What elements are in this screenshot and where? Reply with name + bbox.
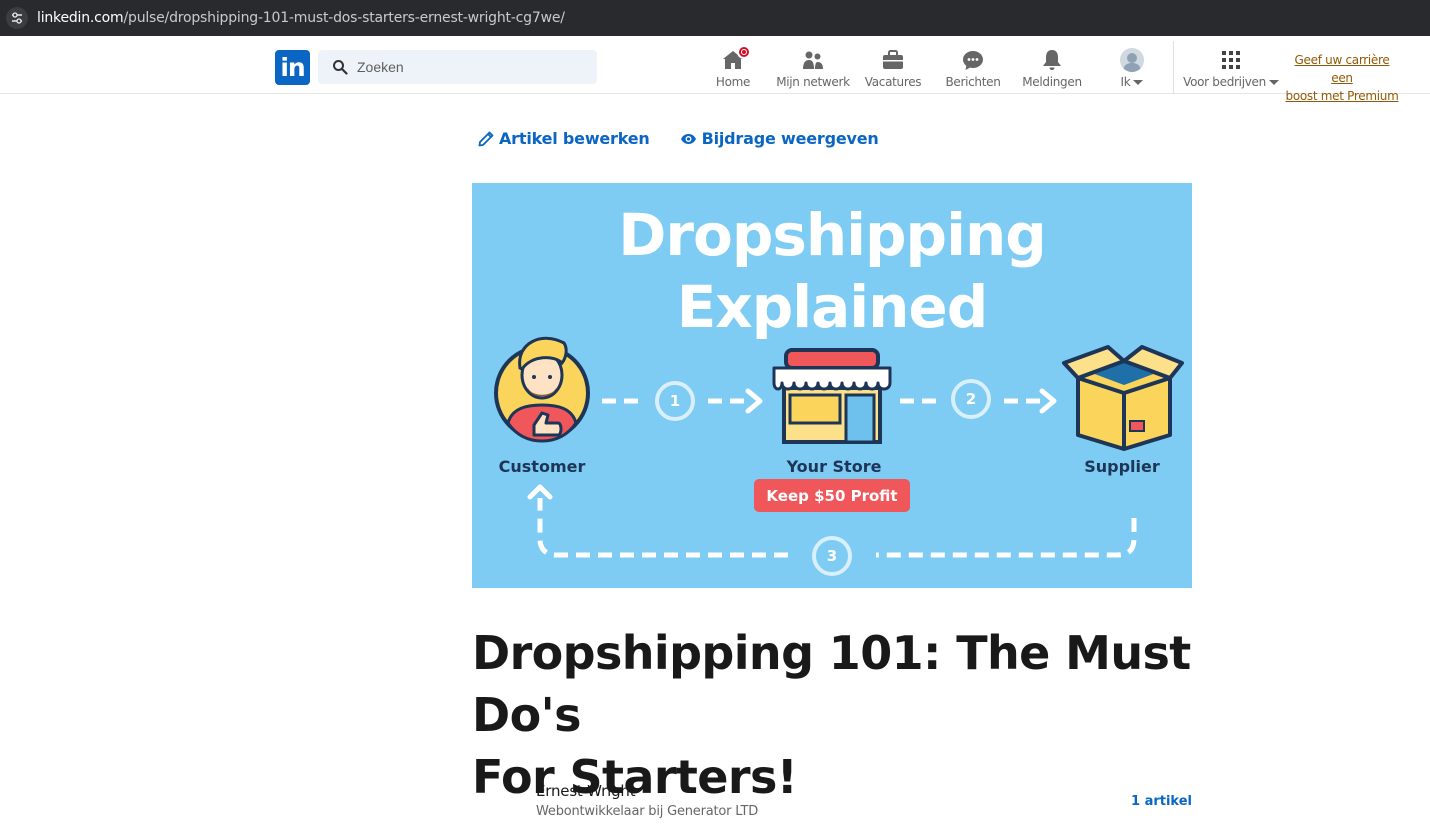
premium-line-2: boost met Premium [1285,89,1399,103]
browser-url-bar[interactable]: linkedin.com/pulse/dropshipping-101-must… [0,0,1430,36]
eye-icon [680,133,696,144]
logo-text: in [280,53,305,82]
global-nav: in Home Mijn netwerk Vacatures Berichten [0,41,1430,103]
customer-label: Customer [498,457,586,476]
grid-icon [1219,48,1243,72]
nav-home-label: Home [715,75,751,89]
nav-home[interactable]: Home [712,45,754,91]
nav-notifications[interactable]: Meldingen [1020,45,1084,91]
url-host: linkedin.com [37,10,124,26]
supplier-label: Supplier [1084,457,1160,476]
messaging-icon [961,48,985,72]
store-label: Your Store [786,457,882,476]
nav-messaging-label: Berichten [945,75,1001,89]
step-3-number: 3 [826,547,838,565]
url-text[interactable]: linkedin.com/pulse/dropshipping-101-must… [37,10,565,26]
edit-article-label: Artikel bewerken [499,129,650,148]
article-title-line-1: Dropshipping 101: The Must Do's [472,626,1191,742]
briefcase-icon [881,48,905,72]
banner-title-line-1: Dropshipping [618,201,1047,269]
pencil-icon [478,131,494,146]
nav-me[interactable]: Ik [1112,45,1152,91]
linkedin-logo[interactable]: in [275,50,310,85]
author-headline: Webontwikkelaar bij Generator LTD [536,804,759,819]
nav-for-business-label: Voor bedrijven [1183,75,1279,89]
nav-divider [1173,41,1174,94]
edit-article-button[interactable]: Artikel bewerken [478,129,650,148]
author-articles-link[interactable]: 1 artikel [1100,794,1192,809]
view-post-label: Bijdrage weergeven [701,129,879,148]
article-cover-image: Dropshipping Explained Customer Your Sto… [472,183,1192,588]
article-actions: Artikel bewerken Bijdrage weergeven [478,129,879,148]
nav-jobs[interactable]: Vacatures [864,45,922,91]
network-icon [801,48,825,72]
profit-badge: Keep $50 Profit [754,479,910,512]
search-input[interactable] [357,59,577,75]
search-box[interactable] [318,50,597,84]
home-icon [721,45,751,72]
banner-title-line-2: Explained [676,273,989,341]
supplier-box-illustration [1062,345,1184,451]
nav-messaging[interactable]: Berichten [944,45,1002,91]
store-illustration [772,348,892,444]
bell-icon [1040,48,1064,72]
premium-upsell-link[interactable]: Geef uw carrière een boost met Premium [1283,51,1401,105]
article-title: Dropshipping 101: The Must Do's For Star… [472,622,1212,808]
nav-network[interactable]: Mijn netwerk [776,45,850,91]
chevron-down-icon [1133,80,1144,85]
notification-badge [737,45,751,59]
view-post-button[interactable]: Bijdrage weergeven [680,129,879,148]
nav-jobs-label: Vacatures [864,75,922,89]
site-info-icon[interactable] [6,7,28,29]
step-1-number: 1 [669,392,681,410]
url-path: /pulse/dropshipping-101-must-dos-starter… [123,10,565,26]
premium-line-1: Geef uw carrière een [1294,53,1390,85]
for-business-text: Voor bedrijven [1183,75,1266,89]
customer-illustration [494,336,590,443]
nav-notifications-label: Meldingen [1022,75,1082,89]
author-name[interactable]: Ernest Wright [536,782,636,800]
chevron-down-icon [1268,80,1279,85]
nav-me-label: Ik [1121,75,1144,89]
search-icon [333,60,348,75]
avatar-icon [1120,48,1144,72]
step-2-number: 2 [965,390,977,408]
nav-network-label: Mijn netwerk [776,75,850,89]
me-text: Ik [1120,75,1131,89]
nav-for-business[interactable]: Voor bedrijven [1183,45,1279,91]
